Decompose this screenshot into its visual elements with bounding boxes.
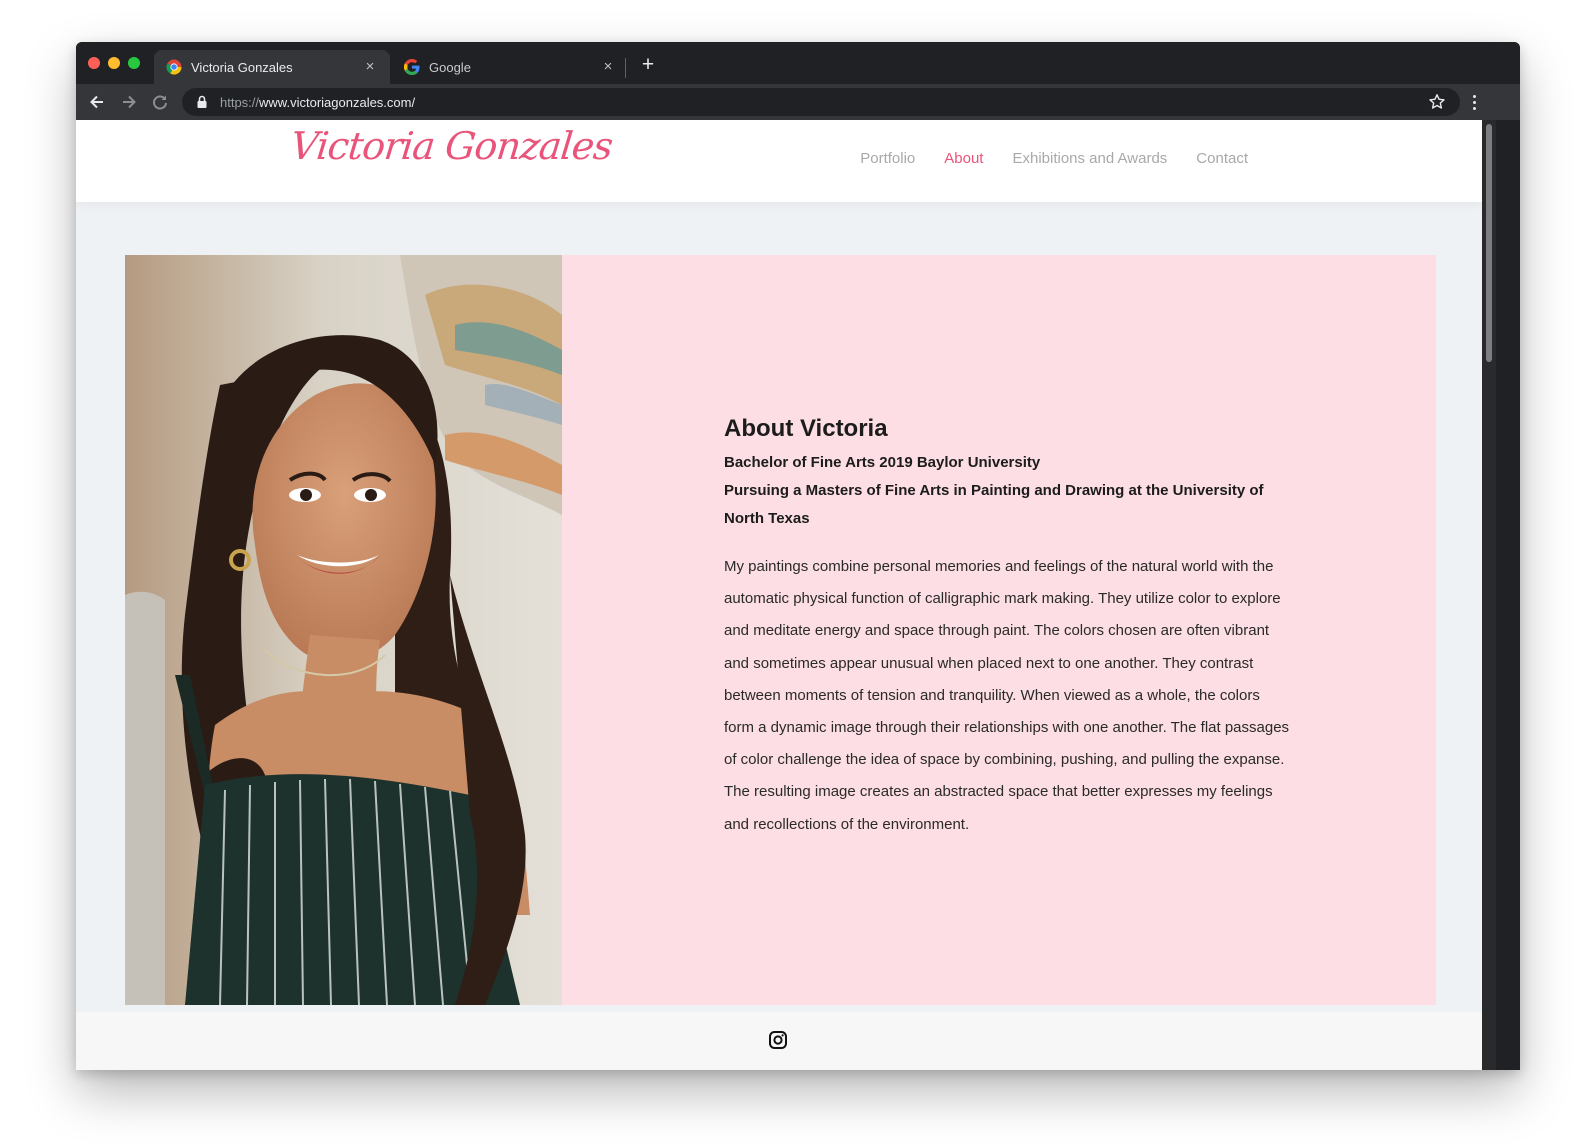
browser-menu-icon[interactable] [1464, 92, 1484, 112]
site-nav: Portfolio About Exhibitions and Awards C… [860, 150, 1248, 167]
new-tab-button[interactable]: + [637, 54, 659, 76]
tab-title: Google [429, 59, 471, 75]
instagram-icon[interactable] [768, 1030, 788, 1050]
site-logo[interactable]: Victoria Gonzales [289, 124, 615, 168]
pursuing-text: Pursuing a Masters of Fine Arts in Paint… [724, 482, 1264, 527]
page-scrollbar[interactable] [1482, 120, 1496, 1070]
forward-arrow-icon[interactable] [117, 90, 141, 114]
menu-dot [1472, 106, 1476, 110]
tab-close-icon[interactable]: × [362, 59, 378, 75]
tab-strip: Victoria Gonzales × Google × + [76, 42, 1520, 84]
url-scheme: https:// [220, 94, 260, 110]
bookmark-star-icon[interactable] [1428, 93, 1446, 111]
menu-dot [1472, 100, 1476, 104]
url-host: www.victoriagonzales.com/ [259, 94, 416, 110]
site-footer [76, 1012, 1482, 1070]
maximize-window-button[interactable] [128, 57, 140, 69]
url-text: https://www.victoriagonzales.com/ [220, 95, 415, 110]
address-bar[interactable]: https://www.victoriagonzales.com/ [182, 88, 1460, 116]
page-viewport: Victoria Gonzales Portfolio About Exhibi… [76, 120, 1482, 1070]
reload-icon[interactable] [148, 90, 172, 114]
close-window-button[interactable] [88, 57, 100, 69]
menu-dot [1472, 94, 1476, 98]
lock-icon [196, 95, 210, 109]
browser-toolbar: https://www.victoriagonzales.com/ [76, 84, 1520, 120]
browser-window: Victoria Gonzales × Google × + https://w… [76, 42, 1520, 1070]
nav-contact[interactable]: Contact [1196, 150, 1248, 167]
about-content: About Victoria Bachelor of Fine Arts 201… [724, 415, 1292, 841]
about-section: About Victoria Bachelor of Fine Arts 201… [125, 255, 1436, 1005]
tab-close-icon[interactable]: × [600, 59, 616, 75]
back-arrow-icon[interactable] [85, 90, 109, 114]
site-header: Victoria Gonzales Portfolio About Exhibi… [76, 120, 1482, 202]
minimize-window-button[interactable] [108, 57, 120, 69]
about-title: About Victoria [724, 415, 888, 442]
tab-separator [625, 58, 626, 78]
nav-exhibitions-and-awards[interactable]: Exhibitions and Awards [1012, 150, 1167, 167]
artist-statement: My paintings combine personal memories a… [724, 558, 1290, 833]
google-favicon-icon [404, 59, 420, 75]
chrome-favicon-icon [166, 59, 182, 75]
nav-portfolio[interactable]: Portfolio [860, 150, 915, 167]
portrait-photo [125, 255, 562, 1005]
tab-google[interactable]: Google × [392, 50, 628, 84]
tab-victoria-gonzales[interactable]: Victoria Gonzales × [154, 50, 390, 84]
degree-text: Bachelor of Fine Arts 2019 Baylor Univer… [724, 454, 1041, 471]
tab-title: Victoria Gonzales [191, 59, 293, 75]
scrollbar-thumb[interactable] [1486, 124, 1492, 362]
nav-about[interactable]: About [944, 150, 983, 167]
